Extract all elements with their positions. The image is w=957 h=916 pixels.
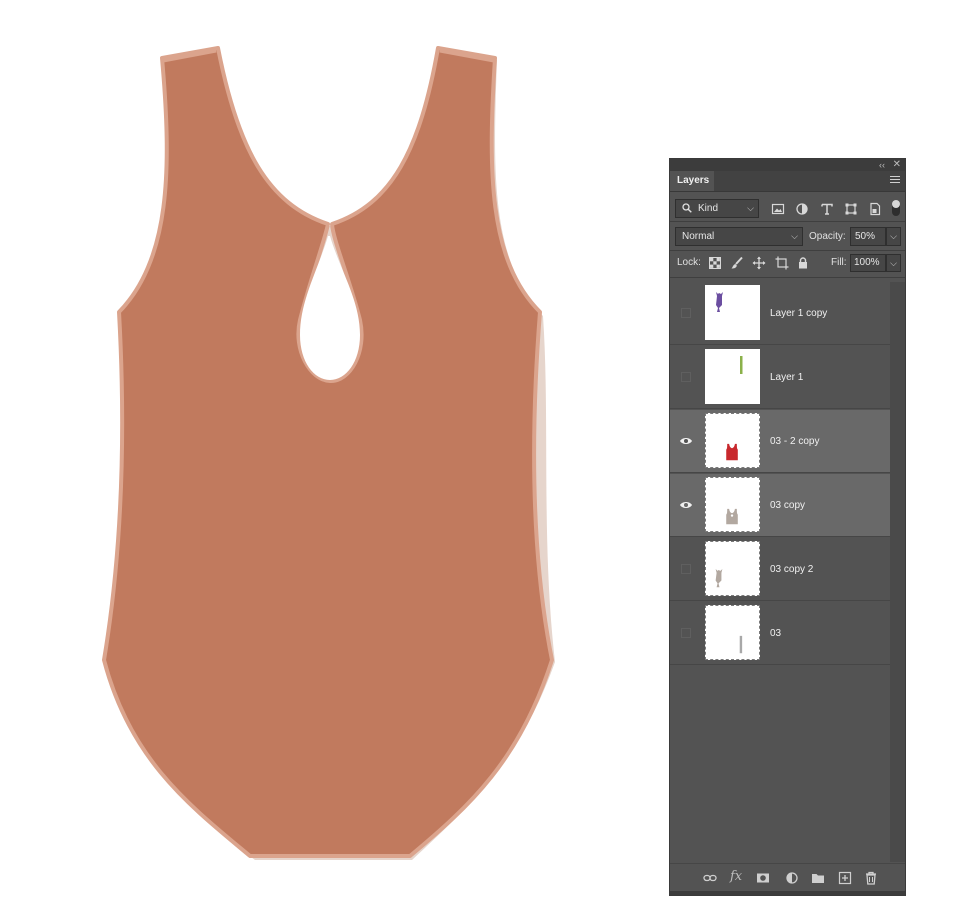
figure-icon — [716, 292, 723, 312]
layers-panel: ‹‹ ✕ Layers Kind ⌵ Normal ⌵ Opacity: 50%… — [669, 158, 906, 896]
opacity-label: Opacity: — [809, 231, 846, 242]
link-layers-icon[interactable] — [703, 871, 717, 885]
garment-body — [102, 46, 554, 858]
panel-tabbar: Layers — [670, 171, 905, 192]
filter-kind-label: Kind — [698, 203, 719, 214]
layer-thumbnail — [705, 349, 760, 404]
adjustment-filter-icon[interactable] — [795, 202, 809, 216]
visibility-toggle[interactable] — [681, 308, 691, 318]
filter-toggle-switch[interactable] — [892, 200, 900, 216]
layers-scrollbar[interactable] — [890, 282, 905, 862]
layers-list: Layer 1 copy Layer 1 03 - 2 copy 03 copy — [670, 282, 890, 666]
blend-row: Normal ⌵ Opacity: 50% ⌵ — [670, 223, 905, 249]
lock-label: Lock: — [677, 257, 701, 268]
visibility-toggle[interactable] — [681, 564, 691, 574]
layer-style-icon[interactable]: fx — [730, 869, 742, 884]
panel-menu-icon[interactable] — [890, 176, 900, 185]
new-group-icon[interactable] — [811, 871, 825, 885]
divider — [670, 277, 905, 278]
layer-name: Layer 1 — [770, 372, 804, 383]
filter-kind-select[interactable]: Kind ⌵ — [675, 199, 759, 218]
lock-all-icon[interactable] — [796, 256, 810, 270]
layer-row[interactable]: Layer 1 copy — [670, 282, 890, 345]
layer-thumbnail — [705, 413, 760, 468]
lock-position-icon[interactable] — [752, 256, 766, 270]
panel-bottom-edge — [670, 891, 905, 895]
bodysuit-icon — [726, 443, 738, 461]
layer-row[interactable]: 03 copy 2 — [670, 538, 890, 601]
opacity-dropdown-icon[interactable]: ⌵ — [886, 227, 901, 246]
tab-layers[interactable]: Layers — [670, 171, 714, 191]
visibility-toggle[interactable] — [681, 372, 691, 382]
new-layer-icon[interactable] — [838, 871, 852, 885]
fill-input[interactable]: 100% — [850, 254, 886, 272]
bodysuit-icon — [726, 508, 738, 525]
fill-dropdown-icon[interactable]: ⌵ — [886, 254, 901, 272]
lock-row: Lock: Fill: 100% ⌵ — [670, 251, 905, 275]
layer-row[interactable]: 03 — [670, 602, 890, 665]
layer-row[interactable]: 03 - 2 copy — [670, 410, 890, 473]
close-panel-icon[interactable]: ✕ — [893, 159, 901, 171]
collapse-panel-icon[interactable]: ‹‹ — [879, 159, 885, 171]
image-filter-icon[interactable] — [771, 202, 785, 216]
eye-icon[interactable] — [679, 500, 693, 510]
chevron-down-icon: ⌵ — [791, 231, 798, 241]
lock-artboard-icon[interactable] — [775, 256, 789, 270]
layer-thumbnail — [705, 477, 760, 532]
blend-mode-value: Normal — [682, 231, 715, 242]
visibility-toggle[interactable] — [681, 628, 691, 638]
figure-icon — [715, 568, 723, 588]
smart-object-filter-icon[interactable] — [868, 202, 882, 216]
layer-name: 03 - 2 copy — [770, 436, 820, 447]
layer-name: 03 — [770, 628, 782, 639]
type-filter-icon[interactable] — [820, 202, 834, 216]
layer-thumbnail — [705, 285, 760, 340]
shape-filter-icon[interactable] — [844, 202, 858, 216]
bar-icon — [739, 635, 743, 654]
fill-label: Fill: — [831, 257, 847, 268]
divider — [670, 221, 905, 222]
layer-row[interactable]: Layer 1 — [670, 346, 890, 409]
canvas-artwork[interactable] — [0, 0, 650, 916]
adjustment-layer-icon[interactable] — [785, 871, 799, 885]
panel-titlebar[interactable]: ‹‹ ✕ — [670, 159, 905, 171]
lock-image-pixels-icon[interactable] — [730, 256, 744, 270]
add-mask-icon[interactable] — [756, 871, 770, 885]
panel-footer: fx — [670, 863, 905, 892]
layer-thumbnail — [705, 541, 760, 596]
layer-row[interactable]: 03 copy — [670, 474, 890, 537]
opacity-input[interactable]: 50% — [850, 227, 886, 246]
layer-name: Layer 1 copy — [770, 308, 828, 319]
chevron-down-icon: ⌵ — [747, 203, 754, 213]
layer-name: 03 copy 2 — [770, 564, 814, 575]
layer-filter-row: Kind ⌵ — [670, 195, 905, 221]
eye-icon[interactable] — [679, 436, 693, 446]
bar-icon — [740, 356, 743, 374]
delete-layer-icon[interactable] — [864, 871, 878, 885]
lock-transparent-pixels-icon[interactable] — [708, 256, 722, 270]
layer-name: 03 copy — [770, 500, 806, 511]
layer-thumbnail — [705, 605, 760, 660]
blend-mode-select[interactable]: Normal ⌵ — [675, 227, 803, 246]
search-icon — [682, 203, 692, 213]
